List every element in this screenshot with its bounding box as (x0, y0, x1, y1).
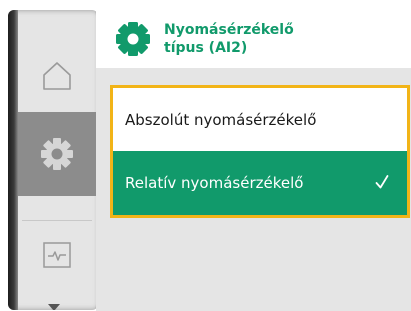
scroll-down-arrow-icon[interactable] (48, 304, 60, 310)
page-title-line1: Nyomásérzékelő (164, 22, 294, 38)
nav-rail (8, 10, 98, 310)
nav-item-home[interactable] (18, 40, 96, 112)
diagnostics-icon (43, 242, 71, 268)
option-absolute-sensor[interactable]: Abszolút nyomásérzékelő (113, 88, 407, 151)
settings-gear-icon (41, 138, 73, 170)
header: Nyomásérzékelő típus (AI2) (96, 10, 411, 68)
option-label: Relatív nyomásérzékelő (125, 174, 304, 192)
page-title: Nyomásérzékelő típus (AI2) (164, 21, 294, 57)
device-screen: Nyomásérzékelő típus (AI2) Abszolút nyom… (0, 0, 411, 311)
header-gear-icon (114, 20, 152, 58)
checkmark-icon (375, 175, 389, 189)
nav-item-settings[interactable] (18, 112, 96, 196)
option-relative-sensor[interactable]: Relatív nyomásérzékelő (113, 151, 407, 215)
option-label: Abszolút nyomásérzékelő (125, 110, 317, 129)
page-title-line2: típus (AI2) (164, 40, 248, 56)
content-area: Abszolút nyomásérzékelő Relatív nyomásér… (96, 68, 411, 311)
option-list: Abszolút nyomásérzékelő Relatív nyomásér… (110, 85, 410, 218)
home-icon (43, 62, 71, 90)
nav-item-diagnostics[interactable] (18, 220, 96, 290)
